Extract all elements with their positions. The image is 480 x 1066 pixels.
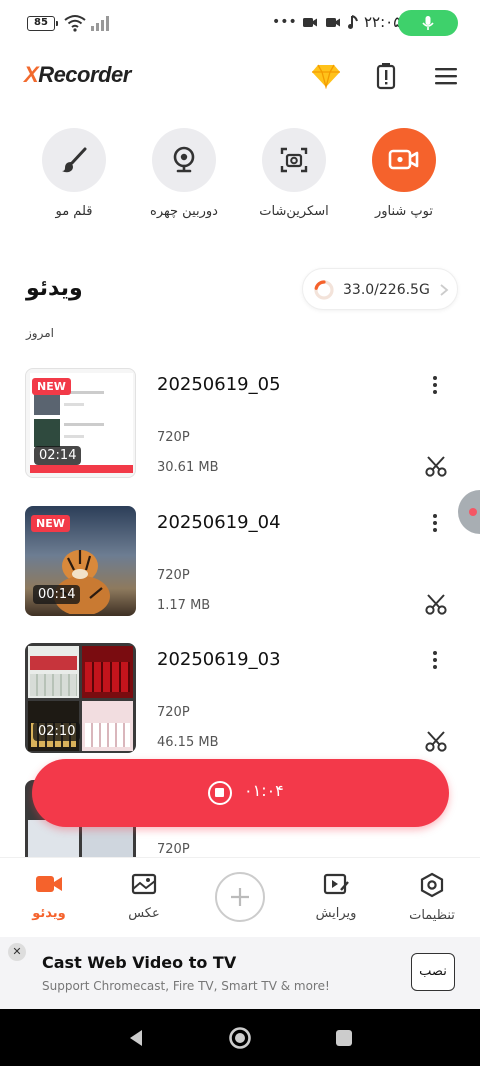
nav-label: عکس <box>128 906 160 921</box>
mic-active-indicator <box>398 10 458 36</box>
video-duration: 00:14 <box>33 585 81 604</box>
battery-optimize-icon[interactable] <box>376 62 396 90</box>
add-button[interactable] <box>215 872 265 922</box>
image-icon <box>131 873 157 895</box>
video-title: 20250619_04 <box>157 512 281 533</box>
ad-subtitle: Support Chromecast, Fire TV, Smart TV & … <box>42 979 330 993</box>
ad-install-button[interactable]: نصب <box>411 953 455 991</box>
back-icon[interactable] <box>126 1028 146 1048</box>
clock: ۲۲:۰۵ <box>364 13 402 31</box>
app-logo: XRecorder <box>24 62 131 87</box>
recorder-notification-icon-2 <box>326 18 340 27</box>
settings-icon <box>420 872 444 898</box>
recording-timer: ۰۱:۰۴ <box>244 781 284 800</box>
storage-indicator[interactable]: 33.0/226.5G <box>302 268 458 310</box>
nav-label: ویدئو <box>32 906 66 921</box>
nav-label: ویرایش <box>315 906 357 921</box>
tool-screenshot[interactable]: اسکرین‌شات <box>250 128 338 219</box>
video-resolution: 720P <box>157 705 190 720</box>
video-item[interactable]: NEW 02:14 20250619_05 720P 30.61 MB <box>0 368 480 486</box>
video-item[interactable]: NEW 00:14 20250619_04 720P 1.17 MB <box>0 506 480 624</box>
section-title: ویدئو <box>26 276 83 301</box>
ad-close-icon[interactable]: ✕ <box>8 943 26 961</box>
video-thumbnail[interactable]: NEW 00:14 <box>25 506 136 616</box>
menu-icon[interactable] <box>434 66 458 86</box>
date-group-label: امروز <box>26 326 54 340</box>
video-thumbnail[interactable]: 02:10 <box>25 643 136 753</box>
ad-banner[interactable]: ✕ Cast Web Video to TV Support Chromecas… <box>0 937 480 1009</box>
video-resolution: 720P <box>157 430 190 445</box>
chevron-right-icon <box>440 284 449 296</box>
more-options-icon[interactable] <box>425 512 445 534</box>
floating-ball-icon <box>388 149 419 170</box>
wifi-icon <box>64 15 86 32</box>
video-duration: 02:10 <box>33 722 81 741</box>
mic-icon <box>422 16 434 30</box>
nav-settings[interactable]: تنظیمات <box>392 872 472 923</box>
nav-label: تنظیمات <box>409 908 455 923</box>
more-options-icon[interactable] <box>425 374 445 396</box>
system-navigation-bar <box>0 1009 480 1066</box>
video-resolution: 720P <box>157 842 190 857</box>
tool-label: توپ شناور <box>374 204 434 219</box>
ad-title: Cast Web Video to TV <box>42 953 237 972</box>
recording-control-bar[interactable]: ۰۱:۰۴ <box>32 759 449 827</box>
screenshot-icon <box>280 147 308 173</box>
video-size: 1.17 MB <box>157 598 211 613</box>
trim-scissors-icon[interactable] <box>424 454 448 478</box>
music-icon <box>348 15 358 29</box>
video-thumbnail[interactable]: NEW 02:14 <box>25 368 136 478</box>
stop-recording-icon[interactable] <box>208 781 232 805</box>
home-icon[interactable] <box>228 1026 252 1050</box>
bottom-navigation: ویدئو عکس ویرایش تنظیمات <box>0 857 480 937</box>
brush-icon <box>62 147 87 173</box>
video-duration: 02:14 <box>34 446 82 465</box>
tool-brush[interactable]: قلم مو <box>30 128 118 219</box>
storage-text: 33.0/226.5G <box>343 282 430 298</box>
premium-diamond-icon[interactable] <box>311 63 341 89</box>
recents-icon[interactable] <box>335 1029 353 1047</box>
video-resolution: 720P <box>157 568 190 583</box>
app-screen: 85 ••• ۲۲:۰۵ XRecorder قلم مو دوربین چهر… <box>0 0 480 1066</box>
more-notifications: ••• <box>272 14 297 30</box>
video-title: 20250619_03 <box>157 649 281 670</box>
video-item[interactable]: 02:10 20250619_03 720P 46.15 MB <box>0 643 480 761</box>
trim-scissors-icon[interactable] <box>424 729 448 753</box>
webcam-icon <box>173 146 195 173</box>
video-size: 46.15 MB <box>157 735 219 750</box>
tool-label: اسکرین‌شات <box>259 204 329 219</box>
trim-scissors-icon[interactable] <box>424 592 448 616</box>
status-bar: 85 ••• ۲۲:۰۵ <box>0 0 480 46</box>
signal-icon <box>91 16 109 31</box>
nav-images[interactable]: عکس <box>104 872 184 921</box>
recorder-notification-icon <box>303 18 317 27</box>
video-size: 30.61 MB <box>157 460 219 475</box>
storage-ring-icon <box>314 280 334 300</box>
tool-label: دوربین چهره <box>150 204 218 219</box>
video-icon <box>36 876 62 892</box>
more-options-icon[interactable] <box>425 649 445 671</box>
tool-facecam[interactable]: دوربین چهره <box>140 128 228 219</box>
nav-edit[interactable]: ویرایش <box>296 872 376 921</box>
plus-icon <box>231 888 249 906</box>
nav-videos[interactable]: ویدئو <box>9 872 89 921</box>
tool-floating-ball[interactable]: توپ شناور <box>360 128 448 219</box>
new-badge: NEW <box>32 378 71 395</box>
new-badge: NEW <box>31 515 70 532</box>
tool-label: قلم مو <box>55 204 93 219</box>
video-title: 20250619_05 <box>157 374 281 395</box>
edit-video-icon <box>323 873 349 895</box>
battery-indicator: 85 <box>27 16 58 31</box>
